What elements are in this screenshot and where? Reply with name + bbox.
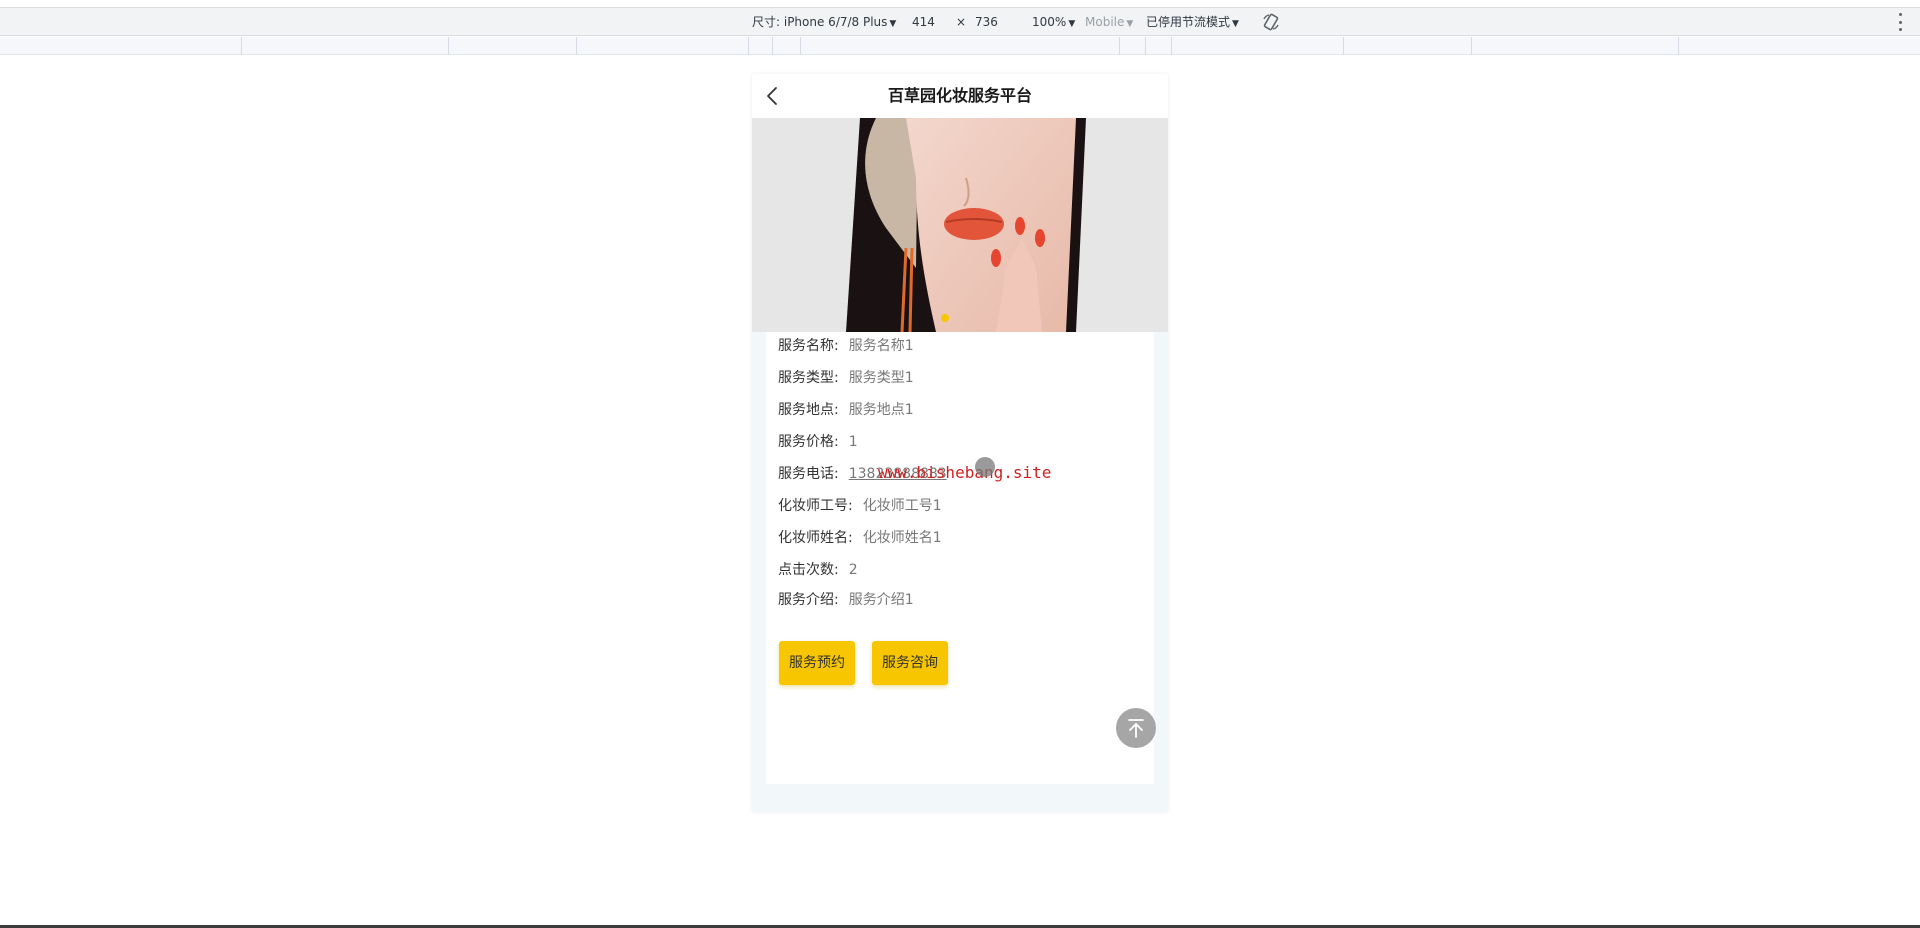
zoom-label: 100% xyxy=(1032,15,1067,29)
height-input[interactable]: 736 xyxy=(975,15,998,29)
devtools-device-toolbar: 尺寸: iPhone 6/7/8 Plus ▼ 414 × 736 100% ▼ M… xyxy=(0,7,1920,36)
carousel-indicator-dot[interactable] xyxy=(941,314,949,322)
kebab-menu-icon[interactable] xyxy=(1898,13,1902,31)
detail-label: 化妆师工号: xyxy=(778,498,853,514)
times-sign: × xyxy=(956,15,967,29)
detail-row-click-count: 点击次数: 2 xyxy=(778,560,858,580)
mobile-viewport: 百草园化妆服务平台 服务名称: 服务名称1 服务类型: 服务类型1 服务地点: … xyxy=(752,74,1168,812)
detail-row-service-name: 服务名称: 服务名称1 xyxy=(778,336,914,356)
page-title: 百草园化妆服务平台 xyxy=(887,86,1032,105)
detail-label: 服务介绍: xyxy=(778,592,839,608)
banner-image xyxy=(846,118,1086,332)
detail-value: 服务介绍1 xyxy=(848,592,914,608)
consult-service-button[interactable]: 服务咨询 xyxy=(872,641,948,685)
detail-label: 服务地点: xyxy=(778,402,839,418)
device-type-select[interactable]: Mobile ▼ xyxy=(1085,15,1133,31)
width-input[interactable]: 414 xyxy=(912,15,935,29)
detail-row-service-type: 服务类型: 服务类型1 xyxy=(778,368,914,388)
zoom-select[interactable]: 100% ▼ xyxy=(1032,15,1075,31)
detail-label: 服务价格: xyxy=(778,434,839,450)
detail-label: 服务名称: xyxy=(778,338,839,354)
detail-value: 1 xyxy=(848,434,858,450)
back-to-top-button[interactable] xyxy=(1116,708,1156,748)
caret-down-icon: ▼ xyxy=(1068,19,1076,29)
media-query-ruler xyxy=(0,37,1920,55)
device-select[interactable]: 尺寸: iPhone 6/7/8 Plus ▼ xyxy=(752,15,896,31)
detail-value: 服务类型1 xyxy=(848,370,914,386)
top-navbar: 百草园化妆服务平台 xyxy=(752,74,1168,118)
detail-label: 点击次数: xyxy=(778,562,839,578)
watermark-text: www.bishebang.site xyxy=(878,463,1052,482)
detail-value: 化妆师姓名1 xyxy=(862,530,942,546)
detail-row-artist-id: 化妆师工号: 化妆师工号1 xyxy=(778,496,942,516)
detail-label: 化妆师姓名: xyxy=(778,530,853,546)
detail-value: 服务地点1 xyxy=(848,402,914,418)
mouse-cursor-indicator xyxy=(975,457,995,477)
detail-row-service-price: 服务价格: 1 xyxy=(778,432,858,452)
banner-carousel[interactable] xyxy=(752,118,1168,332)
book-service-button[interactable]: 服务预约 xyxy=(779,641,855,685)
throttle-select[interactable]: 已停用节流模式 ▼ xyxy=(1146,15,1239,31)
detail-row-service-location: 服务地点: 服务地点1 xyxy=(778,400,914,420)
caret-down-icon: ▼ xyxy=(889,19,897,29)
detail-row-service-intro: 服务介绍: 服务介绍1 xyxy=(778,590,914,610)
service-detail-card: 服务名称: 服务名称1 服务类型: 服务类型1 服务地点: 服务地点1 服务价格: 1 … xyxy=(766,332,1154,784)
detail-label: 服务类型: xyxy=(778,370,839,386)
chevron-left-icon[interactable] xyxy=(766,86,778,106)
arrow-up-to-line-icon xyxy=(1128,719,1144,738)
caret-down-icon: ▼ xyxy=(1232,19,1239,29)
detail-value: 化妆师工号1 xyxy=(862,498,942,514)
detail-value: 2 xyxy=(848,562,858,578)
device-type-label: Mobile xyxy=(1085,15,1125,29)
detail-value: 服务名称1 xyxy=(848,338,914,354)
throttle-label: 已停用节流模式 xyxy=(1146,15,1231,29)
caret-down-icon: ▼ xyxy=(1126,19,1134,29)
device-label: 尺寸: iPhone 6/7/8 Plus xyxy=(752,15,888,29)
rotate-device-icon[interactable] xyxy=(1262,13,1280,31)
detail-row-artist-name: 化妆师姓名: 化妆师姓名1 xyxy=(778,528,942,548)
detail-label: 服务电话: xyxy=(778,466,839,482)
